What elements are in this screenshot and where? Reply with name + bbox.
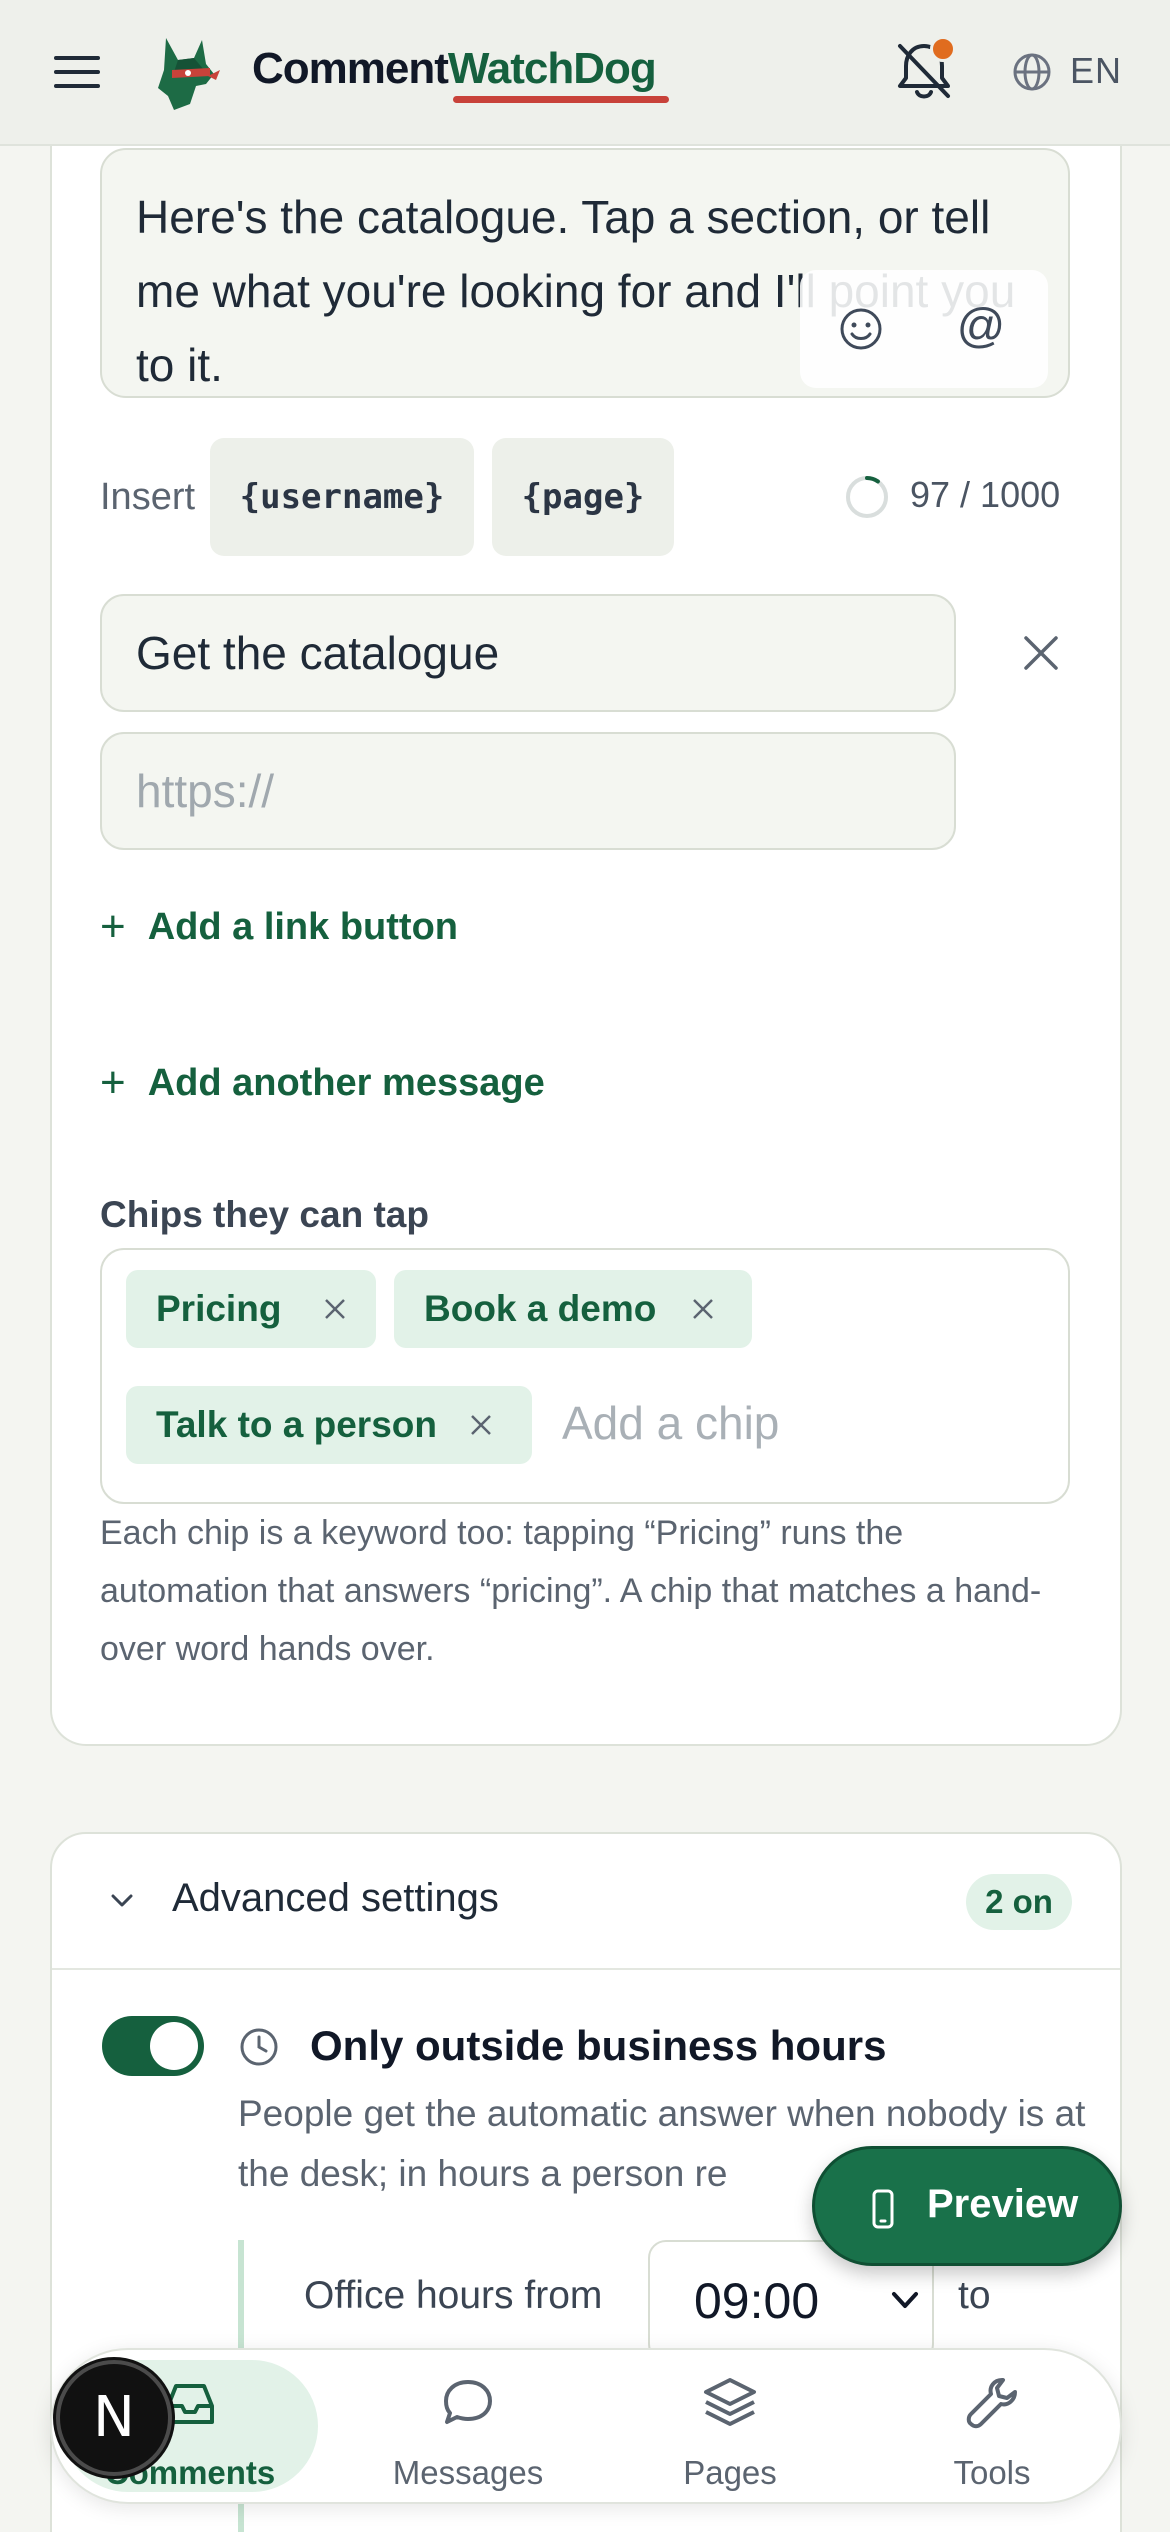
chevron-down-icon [892, 2292, 918, 2308]
insert-label: Insert [100, 476, 196, 518]
nav-label: Pages [683, 2454, 777, 2491]
close-icon[interactable] [1018, 630, 1064, 676]
character-count-ring [846, 476, 888, 518]
business-hours-toggle[interactable] [102, 2016, 204, 2076]
nav-label: Messages [392, 2454, 544, 2491]
emoji-icon[interactable] [836, 304, 886, 354]
active-count-badge: 2 on [966, 1874, 1072, 1930]
add-chip-input[interactable]: Add a chip [562, 1396, 779, 1450]
chip-talk-to-a-person[interactable]: Talk to a person [126, 1386, 532, 1464]
remove-chip-icon[interactable] [690, 1296, 716, 1322]
nav-tools[interactable]: Tools [872, 2350, 1112, 2502]
office-hours-label: Office hours from [304, 2274, 603, 2317]
chip-label: Talk to a person [156, 1404, 437, 1445]
brand-part1: Comment [252, 44, 449, 93]
link-button-label-input[interactable]: Get the catalogue [100, 594, 956, 712]
textarea-tools: @ [800, 270, 1048, 388]
message-bubble-icon [444, 2380, 492, 2424]
character-count: 97 / 1000 [910, 474, 1061, 515]
remove-chip-icon[interactable] [322, 1296, 348, 1322]
brand-name[interactable]: CommentWatchDog [252, 44, 657, 94]
preview-label: Preview [927, 2182, 1079, 2226]
brand-underline [453, 96, 669, 103]
app-header: CommentWatchDog EN [0, 0, 1170, 146]
insert-username-token[interactable]: {username} [210, 438, 474, 556]
wrench-icon [966, 2378, 1017, 2429]
bottom-navigation: Comments Messages Pages Tools [50, 2348, 1122, 2504]
from-time-value: 09:00 [694, 2273, 820, 2329]
chip-book-a-demo[interactable]: Book a demo [394, 1270, 752, 1348]
add-message-button[interactable]: + Add another message [100, 1058, 545, 1108]
dev-badge[interactable]: N [56, 2360, 172, 2476]
remove-chip-icon[interactable] [468, 1412, 494, 1438]
nav-pages[interactable]: Pages [610, 2350, 850, 2502]
divider [52, 1968, 1120, 1970]
insert-page-token[interactable]: {page} [492, 438, 674, 556]
chips-help-text: Each chip is a keyword too: tapping “Pri… [100, 1514, 1042, 1668]
language-selector[interactable]: EN [1070, 50, 1122, 92]
chips-label: Chips they can tap [100, 1194, 429, 1235]
globe-icon[interactable] [1012, 52, 1052, 92]
phone-icon [872, 2189, 894, 2229]
dog-logo-icon [158, 38, 220, 110]
menu-icon[interactable] [54, 56, 100, 90]
plus-icon: + [100, 902, 126, 951]
add-message-label: Add another message [147, 1062, 545, 1104]
option-title: Only outside business hours [310, 2022, 887, 2069]
chip-label: Pricing [156, 1288, 282, 1329]
notification-dot [930, 36, 956, 62]
add-link-button[interactable]: + Add a link button [100, 902, 458, 952]
chip-pricing[interactable]: Pricing [126, 1270, 376, 1348]
to-label: to [958, 2274, 991, 2317]
brand-part2: WatchDog [447, 44, 657, 93]
chip-label: Book a demo [424, 1288, 657, 1329]
plus-icon: + [100, 1058, 126, 1107]
link-url-input[interactable]: https:// [100, 732, 956, 850]
chips-input-box[interactable]: Pricing Book a demo Talk to a person Add… [100, 1248, 1070, 1504]
advanced-settings-title[interactable]: Advanced settings [172, 1876, 499, 1921]
layers-icon [704, 2378, 756, 2426]
clock-icon [240, 2028, 278, 2066]
chevron-down-icon[interactable] [108, 1886, 136, 1914]
nav-messages[interactable]: Messages [348, 2350, 588, 2502]
nav-label: Tools [953, 2454, 1031, 2491]
preview-button[interactable]: Preview [812, 2146, 1122, 2266]
mention-icon[interactable]: @ [954, 300, 1008, 354]
toggle-knob [150, 2022, 198, 2070]
add-link-label: Add a link button [147, 906, 458, 948]
